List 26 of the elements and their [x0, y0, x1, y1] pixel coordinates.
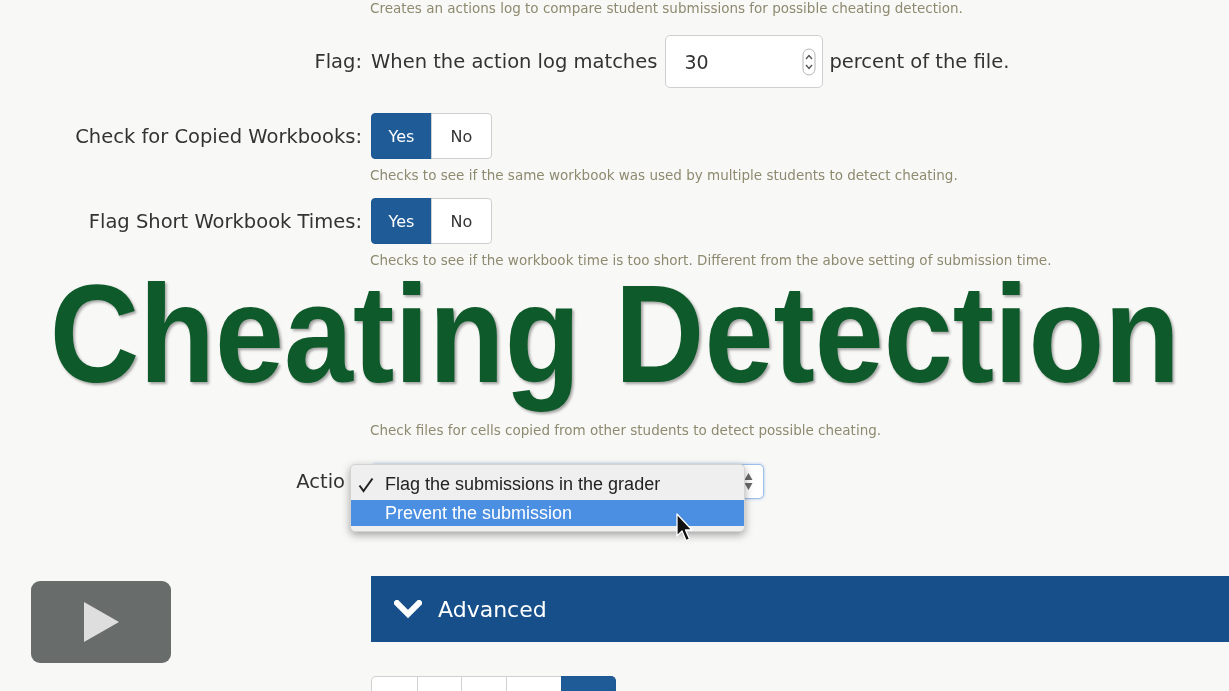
setting-label: Check for Copied Workbooks:: [75, 124, 362, 148]
setting-label: Actio: [296, 470, 345, 493]
help-text: Check files for cells copied from other students to detect possible cheating.: [370, 422, 882, 439]
setting-label: Flag Short Workbook Times:: [88, 209, 362, 233]
select-arrows-icon: [744, 472, 753, 491]
help-text: Checks to see if the workbook time is too short. Different from the above setting of submission time.: [370, 252, 1052, 269]
toggle-option[interactable]: No: [431, 198, 492, 244]
help-text: Creates an actions log to compare student submissions for possible cheating detection.: [370, 0, 963, 17]
play-button[interactable]: [31, 581, 171, 663]
play-icon: [83, 602, 119, 642]
mouse-cursor-icon: [676, 513, 693, 542]
advanced-panel-header[interactable]: Advanced: [371, 576, 1229, 642]
help-text: Checks to see if the same workbook was used by multiple students to detect cheating.: [370, 167, 958, 184]
toggle-option[interactable]: Yes: [371, 198, 432, 244]
page-button[interactable]: [561, 676, 616, 691]
toggle-option[interactable]: Yes: [371, 113, 432, 159]
number-field[interactable]: 30: [665, 35, 824, 88]
check-icon: [358, 476, 374, 493]
setting-text: percent of the file.: [829, 50, 1010, 73]
video-title: Cheating Detection: [48, 269, 1181, 414]
setting-label: Flag:: [314, 50, 362, 73]
spinner-arrows-icon[interactable]: [802, 47, 817, 76]
setting-text: When the action log matches: [371, 50, 658, 73]
chevron-down-icon: [394, 599, 422, 619]
menu-item[interactable]: Flag the submissions in the grader: [351, 469, 744, 500]
toggle-option[interactable]: No: [431, 113, 492, 159]
